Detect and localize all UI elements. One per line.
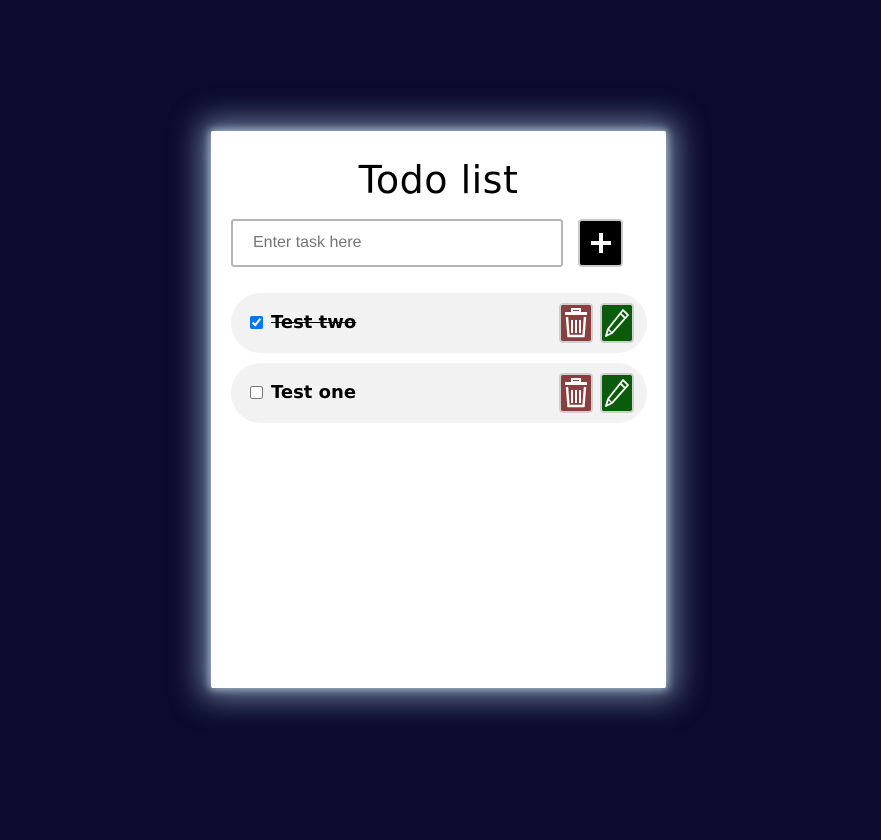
todo-text: Test one — [271, 382, 357, 403]
delete-button[interactable] — [559, 303, 593, 343]
todo-item: Test two — [231, 293, 647, 353]
todo-item: Test one — [231, 363, 647, 423]
page-title: Todo list — [358, 158, 519, 202]
task-input[interactable] — [231, 219, 563, 267]
todo-checkbox[interactable] — [250, 386, 263, 399]
edit-button[interactable] — [600, 373, 634, 413]
plus-icon — [590, 233, 611, 253]
add-task-button[interactable] — [578, 219, 623, 267]
trash-icon — [565, 308, 587, 338]
delete-button[interactable] — [559, 373, 593, 413]
trash-icon — [565, 378, 587, 408]
pencil-icon — [605, 379, 629, 407]
todo-card: Todo list Test two — [211, 131, 666, 688]
todo-list: Test two Test one — [231, 293, 647, 433]
edit-button[interactable] — [600, 303, 634, 343]
todo-checkbox[interactable] — [250, 316, 263, 329]
pencil-icon — [605, 309, 629, 337]
todo-text: Test two — [271, 312, 357, 333]
